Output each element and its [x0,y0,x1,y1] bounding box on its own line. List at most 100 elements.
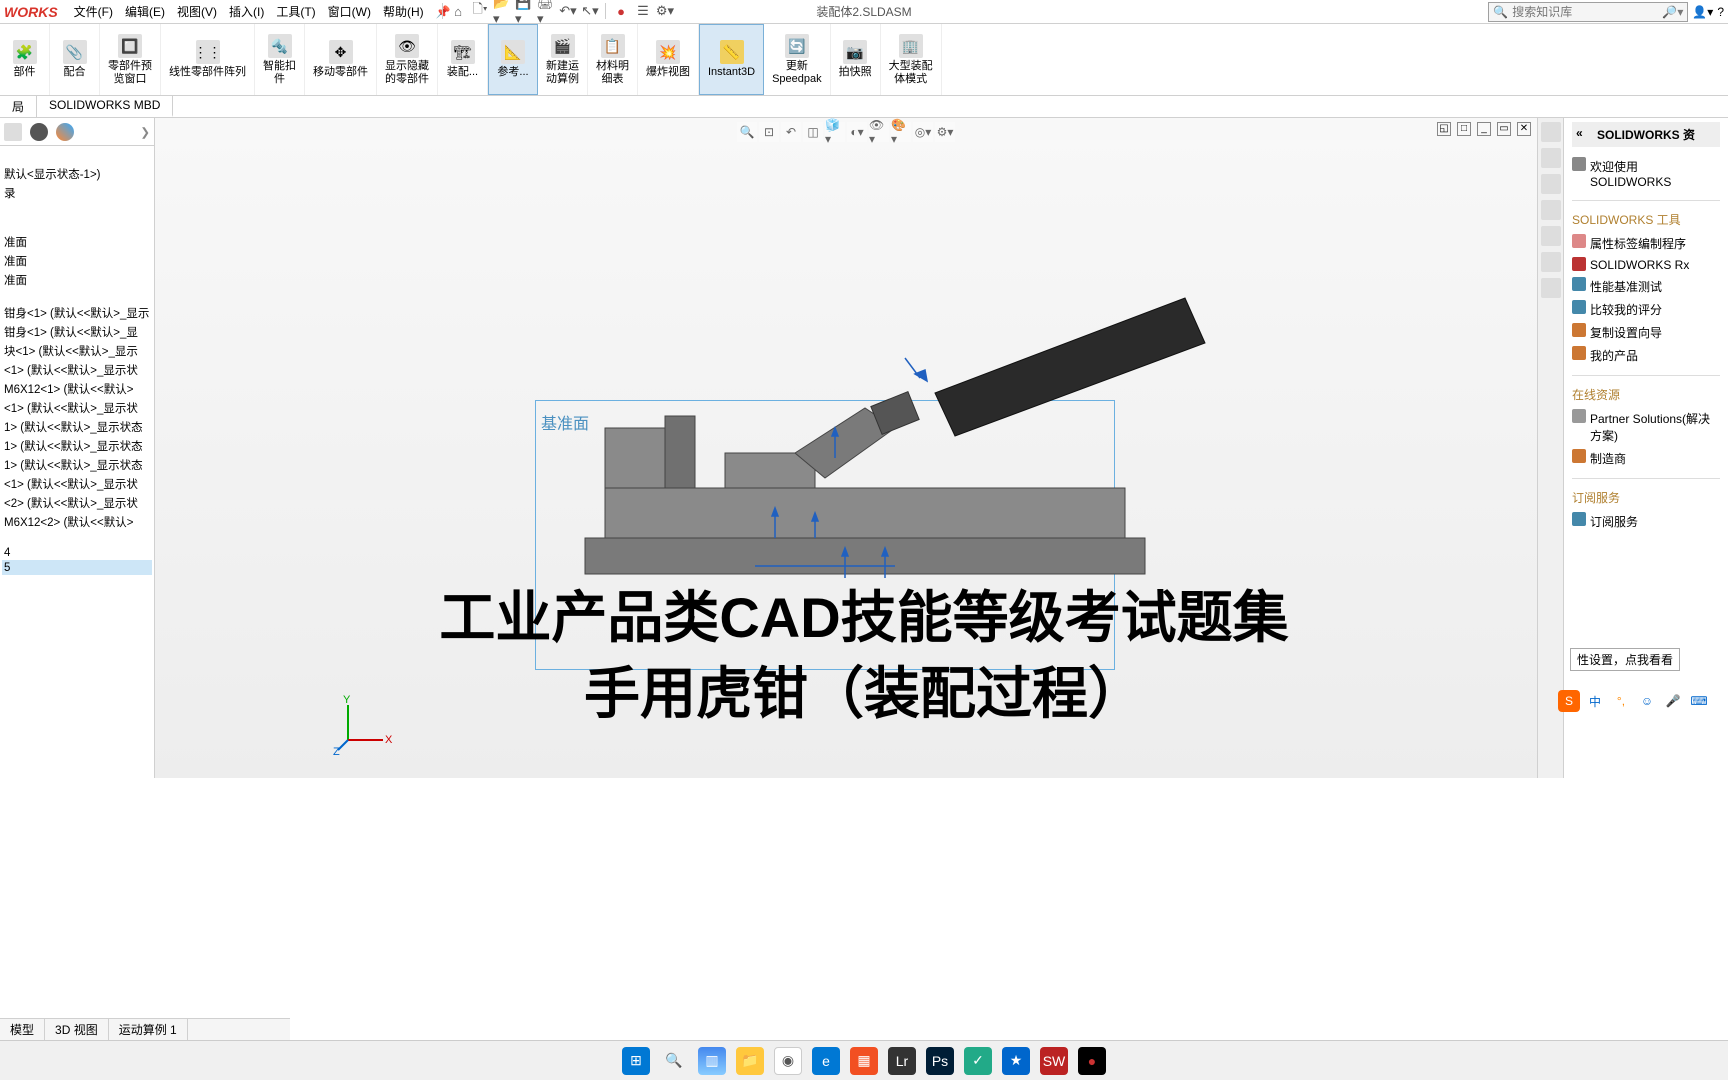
rp-benchmark[interactable]: 性能基准测试 [1572,275,1720,298]
vp-min-icon[interactable]: _ [1477,122,1491,136]
ime-sogou-icon[interactable]: S [1558,690,1580,712]
home-icon[interactable]: ⌂ [449,2,467,20]
ime-lang-icon[interactable]: 中 [1584,690,1606,712]
new-icon[interactable]: 🗋▾ [471,2,489,20]
taskpane-home-icon[interactable] [1541,122,1561,142]
help-icon[interactable]: ? [1717,5,1724,19]
view-orient-icon[interactable]: 🧊▾ [825,122,845,142]
tb-taskview-icon[interactable]: ▥ [698,1047,726,1075]
view-settings-icon[interactable]: ⚙▾ [935,122,955,142]
tree-component[interactable]: M6X12<2> (默认<<默认> [2,512,152,531]
rp-rx[interactable]: SOLIDWORKS Rx [1572,255,1720,275]
tree-component[interactable]: 1> (默认<<默认>_显示状态 [2,417,152,436]
ribbon-snapshot[interactable]: 📷拍快照 [831,24,881,95]
ribbon-insert-component[interactable]: 🧩部件 [0,24,50,95]
ribbon-linear-pattern[interactable]: ⋮⋮线性零部件阵列 [161,24,255,95]
hint-tooltip[interactable]: 性设置，点我看看 [1570,648,1680,671]
rp-welcome[interactable]: 欢迎使用 SOLIDWORKS [1572,155,1720,192]
ribbon-update-speedpak[interactable]: 🔄更新 Speedpak [764,24,831,95]
tab-layout[interactable]: 局 [0,96,37,117]
rebuild-icon[interactable]: ● [612,2,630,20]
ribbon-show-hidden[interactable]: 👁显示隐藏 的零部件 [377,24,438,95]
ribbon-instant3d[interactable]: 📏Instant3D [699,24,764,95]
tb-lightroom-icon[interactable]: Lr [888,1047,916,1075]
tree-component[interactable]: 1> (默认<<默认>_显示状态 [2,455,152,474]
zoom-area-icon[interactable]: ⊡ [759,122,779,142]
tree-component[interactable]: 钳身<1> (默认<<默认>_显示 [2,303,152,322]
tree-component[interactable]: M6X12<1> (默认<<默认> [2,379,152,398]
select-icon[interactable]: ↖▾ [581,2,599,20]
rp-partner[interactable]: Partner Solutions(解决方案) [1572,407,1720,447]
vp-tile-icon[interactable]: ▭ [1497,122,1511,136]
zoom-fit-icon[interactable]: 🔍 [737,122,757,142]
tree-datum-plane[interactable]: 准面 [2,270,152,289]
ribbon-assembly-features[interactable]: 🏗装配... [438,24,488,95]
edit-appearance-icon[interactable]: 🎨▾ [891,122,911,142]
tree-component[interactable]: <1> (默认<<默认>_显示状 [2,360,152,379]
undo-icon[interactable]: ↶▾ [559,2,577,20]
rp-compare[interactable]: 比较我的评分 [1572,298,1720,321]
tree-component[interactable]: <2> (默认<<默认>_显示状 [2,493,152,512]
tree-tab-config-icon[interactable] [30,123,48,141]
taskpane-appearances-icon[interactable] [1541,226,1561,246]
ribbon-reference-geometry[interactable]: 📐参考... [488,24,538,95]
tree-datum-plane[interactable]: 准面 [2,251,152,270]
tb-edge-icon[interactable]: e [812,1047,840,1075]
tb-app2-icon[interactable]: ✓ [964,1047,992,1075]
search-dropdown-icon[interactable]: 🔎▾ [1662,5,1683,19]
tree-datum-plane[interactable]: 准面 [2,232,152,251]
tb-solidworks-icon[interactable]: SW [1040,1047,1068,1075]
tb-record-icon[interactable]: ● [1078,1047,1106,1075]
btab-3dview[interactable]: 3D 视图 [45,1019,109,1040]
taskpane-forum-icon[interactable] [1541,278,1561,298]
ribbon-component-preview[interactable]: 🔲零部件预 览窗口 [100,24,161,95]
tab-mbd[interactable]: SOLIDWORKS MBD [37,96,173,117]
btab-model[interactable]: 模型 [0,1019,45,1040]
ribbon-exploded-view[interactable]: 💥爆炸视图 [638,24,699,95]
vp-close-icon[interactable]: ✕ [1517,122,1531,136]
ribbon-new-motion-study[interactable]: 🎬新建运 动算例 [538,24,588,95]
taskpane-design-lib-icon[interactable] [1541,148,1561,168]
tree-component[interactable]: 1> (默认<<默认>_显示状态 [2,436,152,455]
tb-app1-icon[interactable]: ▦ [850,1047,878,1075]
tree-tab-feature-icon[interactable] [4,123,22,141]
tb-photoshop-icon[interactable]: Ps [926,1047,954,1075]
rp-copy-settings[interactable]: 复制设置向导 [1572,321,1720,344]
tree-component[interactable]: 块<1> (默认<<默认>_显示 [2,341,152,360]
rp-my-products[interactable]: 我的产品 [1572,344,1720,367]
ime-keyboard-icon[interactable]: ⌨ [1688,690,1710,712]
tb-search-icon[interactable]: 🔍 [660,1047,688,1075]
ime-emoji-icon[interactable]: ☺ [1636,690,1658,712]
apply-scene-icon[interactable]: ◎▾ [913,122,933,142]
ribbon-mate[interactable]: 📎配合 [50,24,100,95]
rp-subscribe[interactable]: 订阅服务 [1572,510,1720,533]
ribbon-bom[interactable]: 📋材料明 细表 [588,24,638,95]
settings-icon[interactable]: ⚙▾ [656,2,674,20]
rp-property-tab[interactable]: 属性标签编制程序 [1572,232,1720,255]
btab-motion[interactable]: 运动算例 1 [109,1019,188,1040]
ribbon-smart-fasteners[interactable]: 🔩智能扣 件 [255,24,305,95]
ribbon-move-component[interactable]: ✥移动零部件 [305,24,377,95]
open-icon[interactable]: 📂▾ [493,2,511,20]
tree-tab-display-icon[interactable] [56,123,74,141]
tree-component[interactable]: <1> (默认<<默认>_显示状 [2,398,152,417]
tree-display-state[interactable]: 默认<显示状态-1>) [2,164,152,183]
graphics-viewport[interactable]: 🔍 ⊡ ↶ ◫ 🧊▾ ◐▾ 👁▾ 🎨▾ ◎▾ ⚙▾ ◱ □ _ ▭ ✕ 基准面 [155,118,1537,778]
section-icon[interactable]: ◫ [803,122,823,142]
options-icon[interactable]: ☰ [634,2,652,20]
tb-explorer-icon[interactable]: 📁 [736,1047,764,1075]
user-icon[interactable]: 👤▾ [1692,5,1713,19]
tree-item[interactable]: 4 [2,545,152,560]
display-style-icon[interactable]: ◐▾ [847,122,867,142]
vp-restore-icon[interactable]: ◱ [1437,122,1451,136]
hide-show-icon[interactable]: 👁▾ [869,122,889,142]
tree-item-selected[interactable]: 5 [2,560,152,575]
prev-view-icon[interactable]: ↶ [781,122,801,142]
tb-start-icon[interactable]: ⊞ [622,1047,650,1075]
collapse-icon[interactable]: « [1576,126,1583,140]
taskpane-file-explorer-icon[interactable] [1541,174,1561,194]
print-icon[interactable]: 🖨▾ [537,2,555,20]
tree-history[interactable]: 录 [2,183,152,202]
feature-tree[interactable]: 默认<显示状态-1>) 录 准面 准面 准面 钳身<1> (默认<<默认>_显示… [0,146,154,579]
taskpane-custom-props-icon[interactable] [1541,252,1561,272]
